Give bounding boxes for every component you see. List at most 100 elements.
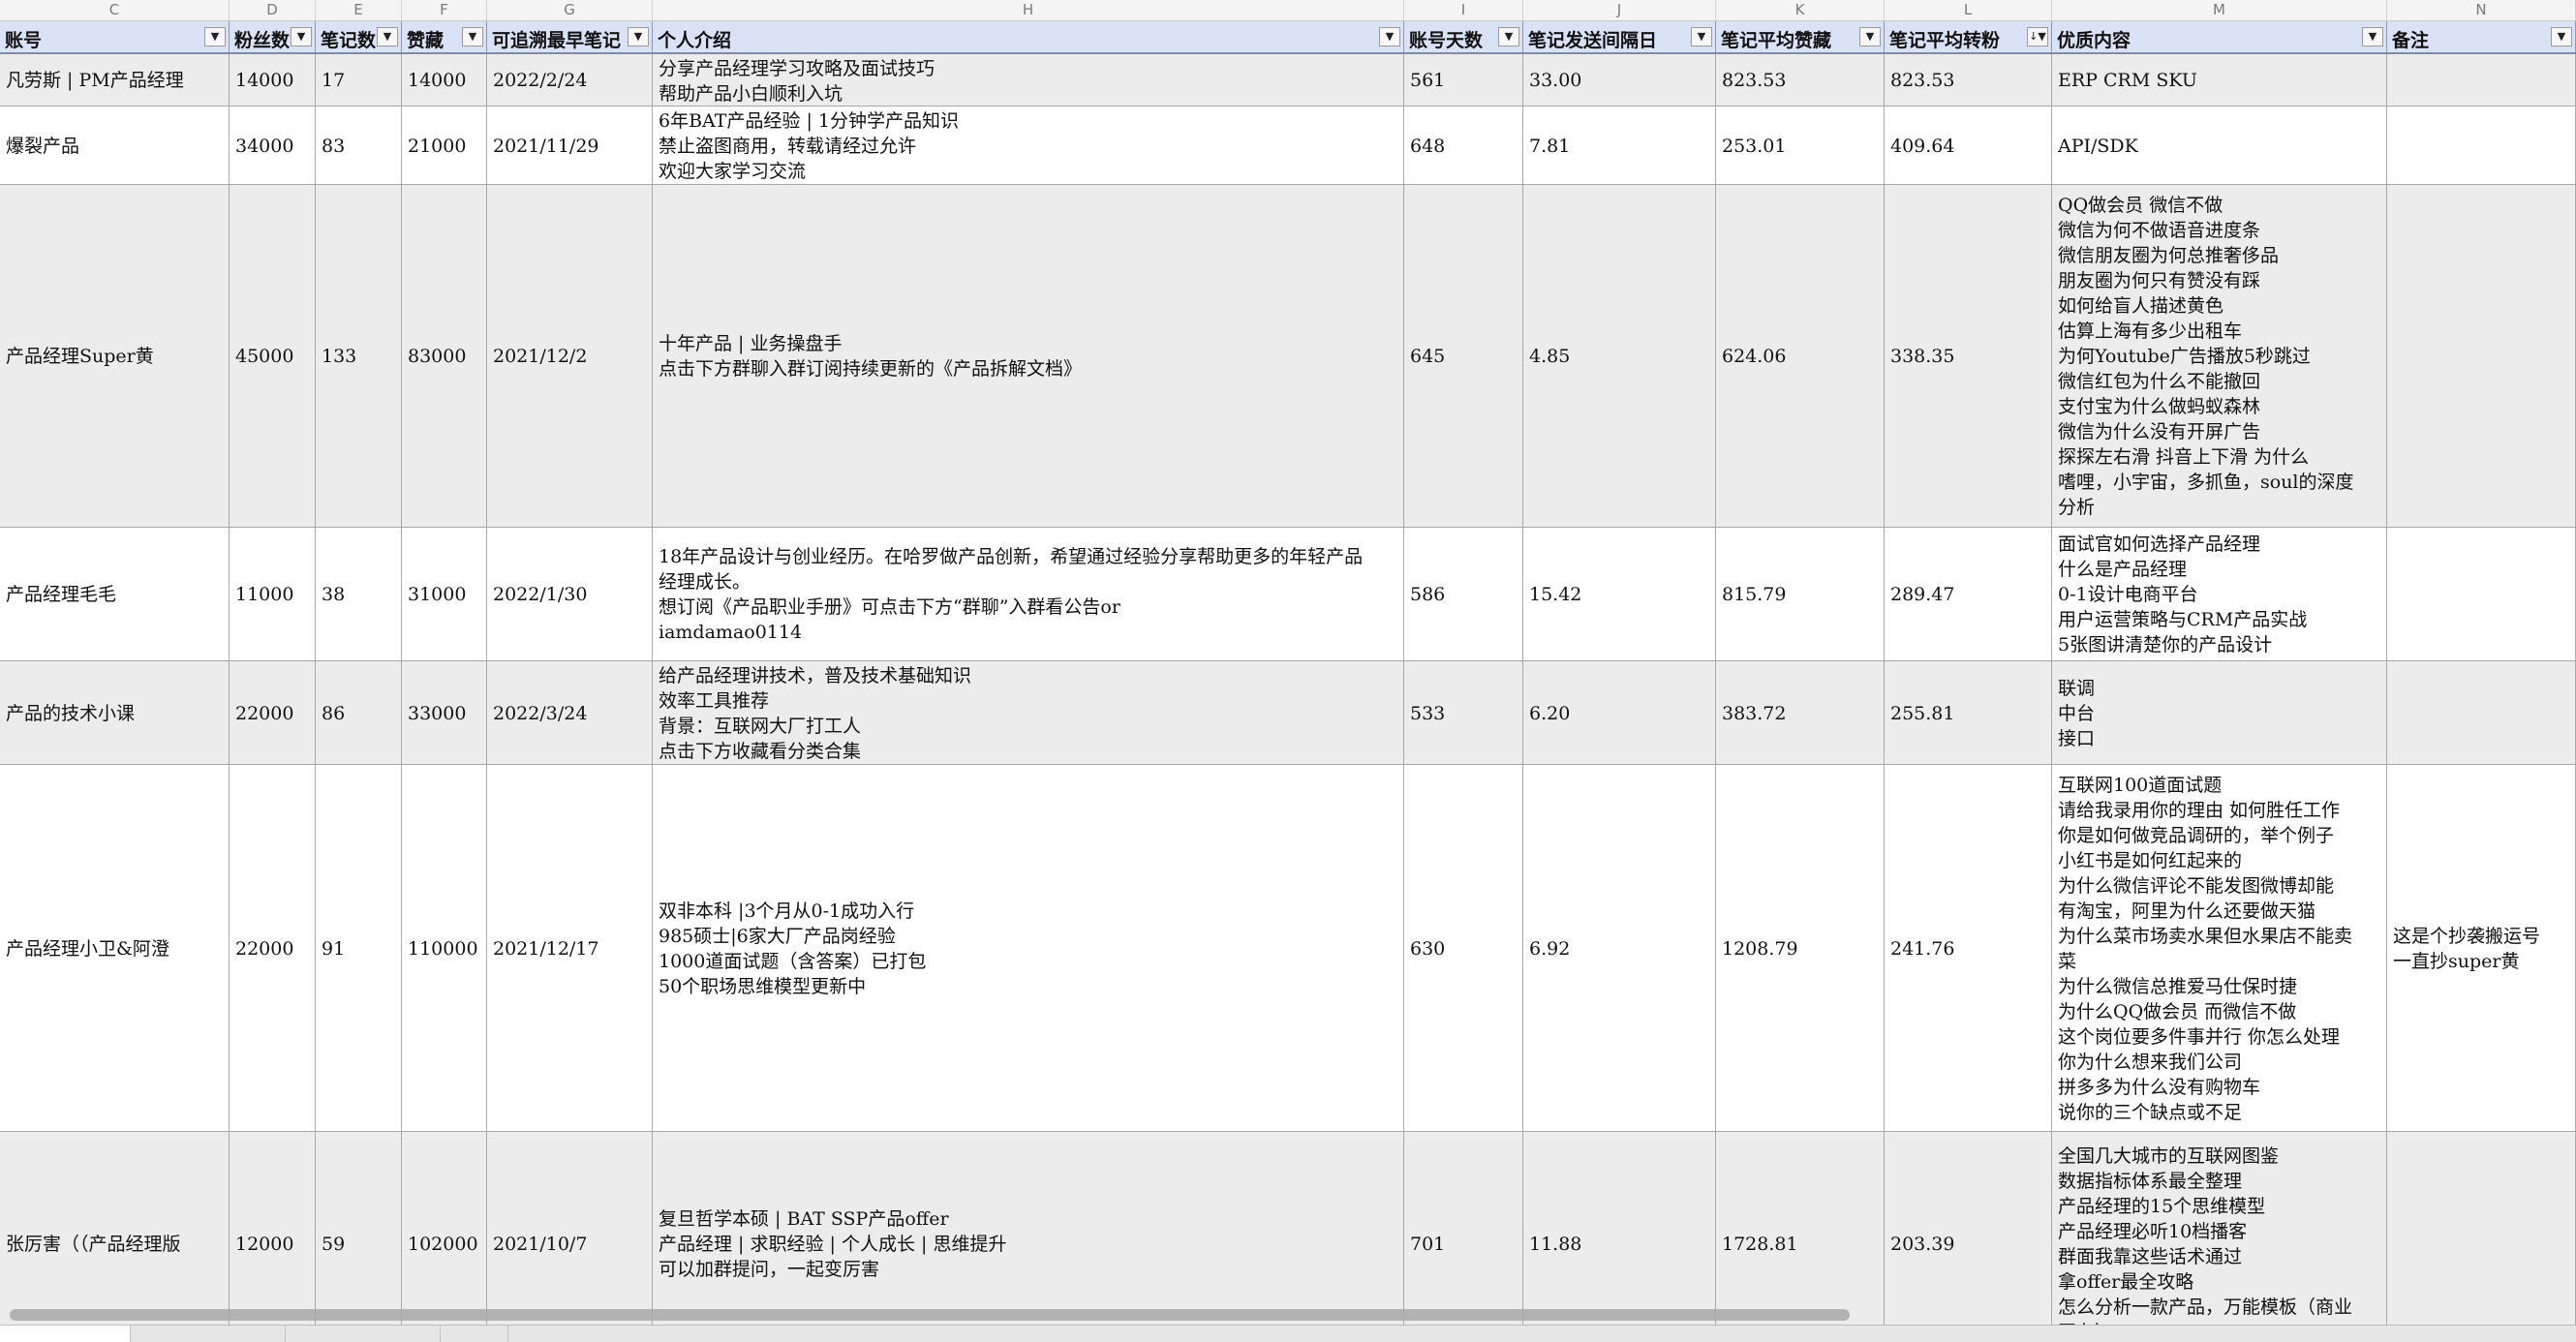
cell-avg_fans[interactable]: 823.53 bbox=[1885, 54, 2052, 106]
column-letter-K[interactable]: K bbox=[1716, 0, 1885, 21]
cell-notes[interactable]: 91 bbox=[316, 765, 402, 1131]
cell-fans[interactable]: 22000 bbox=[230, 765, 316, 1131]
cell-avg_likes[interactable]: 815.79 bbox=[1716, 528, 1885, 660]
cell-fans[interactable]: 22000 bbox=[230, 661, 316, 764]
cell-intro[interactable]: 十年产品 | 业务操盘手 点击下方群聊入群订阅持续更新的《产品拆解文档》 bbox=[653, 185, 1404, 527]
header-cell[interactable]: 笔记平均赞藏 ▼ bbox=[1716, 21, 1885, 52]
header-cell[interactable]: 笔记平均转粉 ↓▼ bbox=[1885, 21, 2052, 52]
cell-avg_fans[interactable]: 203.39 bbox=[1885, 1132, 2052, 1342]
filter-dropdown-icon[interactable]: ▼ bbox=[462, 27, 483, 46]
cell-likes[interactable]: 31000 bbox=[402, 528, 487, 660]
cell-account[interactable]: 产品经理Super黄 bbox=[0, 185, 230, 527]
horizontal-scrollbar[interactable] bbox=[10, 1309, 1850, 1321]
column-letter-J[interactable]: J bbox=[1523, 0, 1716, 21]
filter-dropdown-icon[interactable]: ▼ bbox=[2551, 27, 2572, 46]
column-letter-D[interactable]: D bbox=[230, 0, 316, 21]
cell-quality[interactable]: 联调 中台 接口 bbox=[2052, 661, 2387, 764]
cell-account[interactable]: 产品经理小卫&阿澄 bbox=[0, 765, 230, 1131]
column-letter-G[interactable]: G bbox=[487, 0, 653, 21]
cell-likes[interactable]: 110000 bbox=[402, 765, 487, 1131]
cell-intro[interactable]: 双非本科 |3个月从0-1成功入行 985硕士|6家大厂产品岗经验 1000道面… bbox=[653, 765, 1404, 1131]
filter-dropdown-icon[interactable]: ▼ bbox=[291, 27, 312, 46]
filter-dropdown-icon[interactable]: ▼ bbox=[2362, 27, 2383, 46]
cell-quality[interactable]: ERP CRM SKU bbox=[2052, 54, 2387, 106]
cell-account[interactable]: 产品经理毛毛 bbox=[0, 528, 230, 660]
cell-remark[interactable]: 这是个抄袭搬运号 一直抄super黄 bbox=[2387, 765, 2576, 1131]
cell-days[interactable]: 561 bbox=[1404, 54, 1523, 106]
cell-avg_likes[interactable]: 383.72 bbox=[1716, 661, 1885, 764]
cell-intro[interactable]: 分享产品经理学习攻略及面试技巧 帮助产品小白顺利入坑 bbox=[653, 54, 1404, 106]
header-cell[interactable]: 备注 ▼ bbox=[2387, 21, 2576, 52]
cell-avg_fans[interactable]: 255.81 bbox=[1885, 661, 2052, 764]
cell-avg_fans[interactable]: 409.64 bbox=[1885, 107, 2052, 184]
cell-quality[interactable]: 面试官如何选择产品经理 什么是产品经理 0-1设计电商平台 用户运营策略与CRM… bbox=[2052, 528, 2387, 660]
cell-remark[interactable] bbox=[2387, 185, 2576, 527]
cell-account[interactable]: 凡劳斯 | PM产品经理 bbox=[0, 54, 230, 106]
cell-avg_likes[interactable]: 823.53 bbox=[1716, 54, 1885, 106]
cell-quality[interactable]: 全国几大城市的互联网图鉴 数据指标体系最全整理 产品经理的15个思维模型 产品经… bbox=[2052, 1132, 2387, 1342]
header-cell[interactable]: 笔记发送间隔日 ▼ bbox=[1523, 21, 1716, 52]
cell-days[interactable]: 645 bbox=[1404, 185, 1523, 527]
column-letter-C[interactable]: C bbox=[0, 0, 230, 21]
cell-remark[interactable] bbox=[2387, 661, 2576, 764]
cell-interval[interactable]: 6.20 bbox=[1523, 661, 1716, 764]
header-cell[interactable]: 笔记数 ▼ bbox=[316, 21, 402, 52]
header-cell[interactable]: 账号 ▼ bbox=[0, 21, 230, 52]
cell-notes[interactable]: 133 bbox=[316, 185, 402, 527]
cell-likes[interactable]: 21000 bbox=[402, 107, 487, 184]
cell-likes[interactable]: 14000 bbox=[402, 54, 487, 106]
cell-notes[interactable]: 38 bbox=[316, 528, 402, 660]
cell-avg_fans[interactable]: 338.35 bbox=[1885, 185, 2052, 527]
cell-avg_fans[interactable]: 289.47 bbox=[1885, 528, 2052, 660]
column-letter-E[interactable]: E bbox=[316, 0, 402, 21]
cell-fans[interactable]: 14000 bbox=[230, 54, 316, 106]
cell-intro[interactable]: 18年产品设计与创业经历。在哈罗做产品创新，希望通过经验分享帮助更多的年轻产品 … bbox=[653, 528, 1404, 660]
cell-remark[interactable] bbox=[2387, 1132, 2576, 1342]
cell-fans[interactable]: 34000 bbox=[230, 107, 316, 184]
cell-avg_likes[interactable]: 253.01 bbox=[1716, 107, 1885, 184]
cell-remark[interactable] bbox=[2387, 528, 2576, 660]
cell-avg_fans[interactable]: 241.76 bbox=[1885, 765, 2052, 1131]
cell-likes[interactable]: 83000 bbox=[402, 185, 487, 527]
cell-quality[interactable]: 互联网100道面试题 请给我录用你的理由 如何胜任工作 你是如何做竞品调研的，举… bbox=[2052, 765, 2387, 1131]
column-letter-M[interactable]: M bbox=[2052, 0, 2387, 21]
cell-earliest[interactable]: 2022/3/24 bbox=[487, 661, 653, 764]
cell-fans[interactable]: 45000 bbox=[230, 185, 316, 527]
sheet-tab[interactable] bbox=[441, 1326, 508, 1342]
sheet-tab[interactable] bbox=[0, 1326, 131, 1342]
cell-interval[interactable]: 6.92 bbox=[1523, 765, 1716, 1131]
column-letter-H[interactable]: H bbox=[653, 0, 1404, 21]
cell-intro[interactable]: 6年BAT产品经验 | 1分钟学产品知识 禁止盗图商用，转载请经过允许 欢迎大家… bbox=[653, 107, 1404, 184]
column-letter-N[interactable]: N bbox=[2387, 0, 2576, 21]
cell-days[interactable]: 533 bbox=[1404, 661, 1523, 764]
header-cell[interactable]: 优质内容 ▼ bbox=[2052, 21, 2387, 52]
cell-notes[interactable]: 86 bbox=[316, 661, 402, 764]
cell-days[interactable]: 648 bbox=[1404, 107, 1523, 184]
filter-dropdown-icon[interactable]: ▼ bbox=[1859, 27, 1881, 46]
filter-dropdown-icon[interactable]: ▼ bbox=[628, 27, 649, 46]
cell-notes[interactable]: 17 bbox=[316, 54, 402, 106]
header-cell[interactable]: 粉丝数 ▼ bbox=[230, 21, 316, 52]
header-cell[interactable]: 可追溯最早笔记 ▼ bbox=[487, 21, 653, 52]
spreadsheet[interactable]: CDEFGHIJKLMN 账号 ▼ 粉丝数 ▼ 笔记数 ▼ 赞藏 ▼ 可追溯最早笔记 ▼ 个人介绍 ▼… bbox=[0, 0, 2576, 1342]
cell-avg_likes[interactable]: 1208.79 bbox=[1716, 765, 1885, 1131]
sheet-tab[interactable] bbox=[286, 1326, 441, 1342]
cell-remark[interactable] bbox=[2387, 107, 2576, 184]
filter-dropdown-icon[interactable]: ↓▼ bbox=[2027, 27, 2048, 46]
cell-earliest[interactable]: 2022/1/30 bbox=[487, 528, 653, 660]
cell-days[interactable]: 586 bbox=[1404, 528, 1523, 660]
cell-notes[interactable]: 83 bbox=[316, 107, 402, 184]
cell-fans[interactable]: 11000 bbox=[230, 528, 316, 660]
column-letter-L[interactable]: L bbox=[1885, 0, 2052, 21]
column-letter-I[interactable]: I bbox=[1404, 0, 1523, 21]
column-letter-F[interactable]: F bbox=[402, 0, 487, 21]
cell-account[interactable]: 产品的技术小课 bbox=[0, 661, 230, 764]
cell-intro[interactable]: 给产品经理讲技术，普及技术基础知识 效率工具推荐 背景：互联网大厂打工人 点击下… bbox=[653, 661, 1404, 764]
cell-days[interactable]: 630 bbox=[1404, 765, 1523, 1131]
cell-remark[interactable] bbox=[2387, 54, 2576, 106]
cell-interval[interactable]: 15.42 bbox=[1523, 528, 1716, 660]
cell-interval[interactable]: 4.85 bbox=[1523, 185, 1716, 527]
filter-dropdown-icon[interactable]: ▼ bbox=[377, 27, 398, 46]
cell-earliest[interactable]: 2022/2/24 bbox=[487, 54, 653, 106]
cell-quality[interactable]: API/SDK bbox=[2052, 107, 2387, 184]
